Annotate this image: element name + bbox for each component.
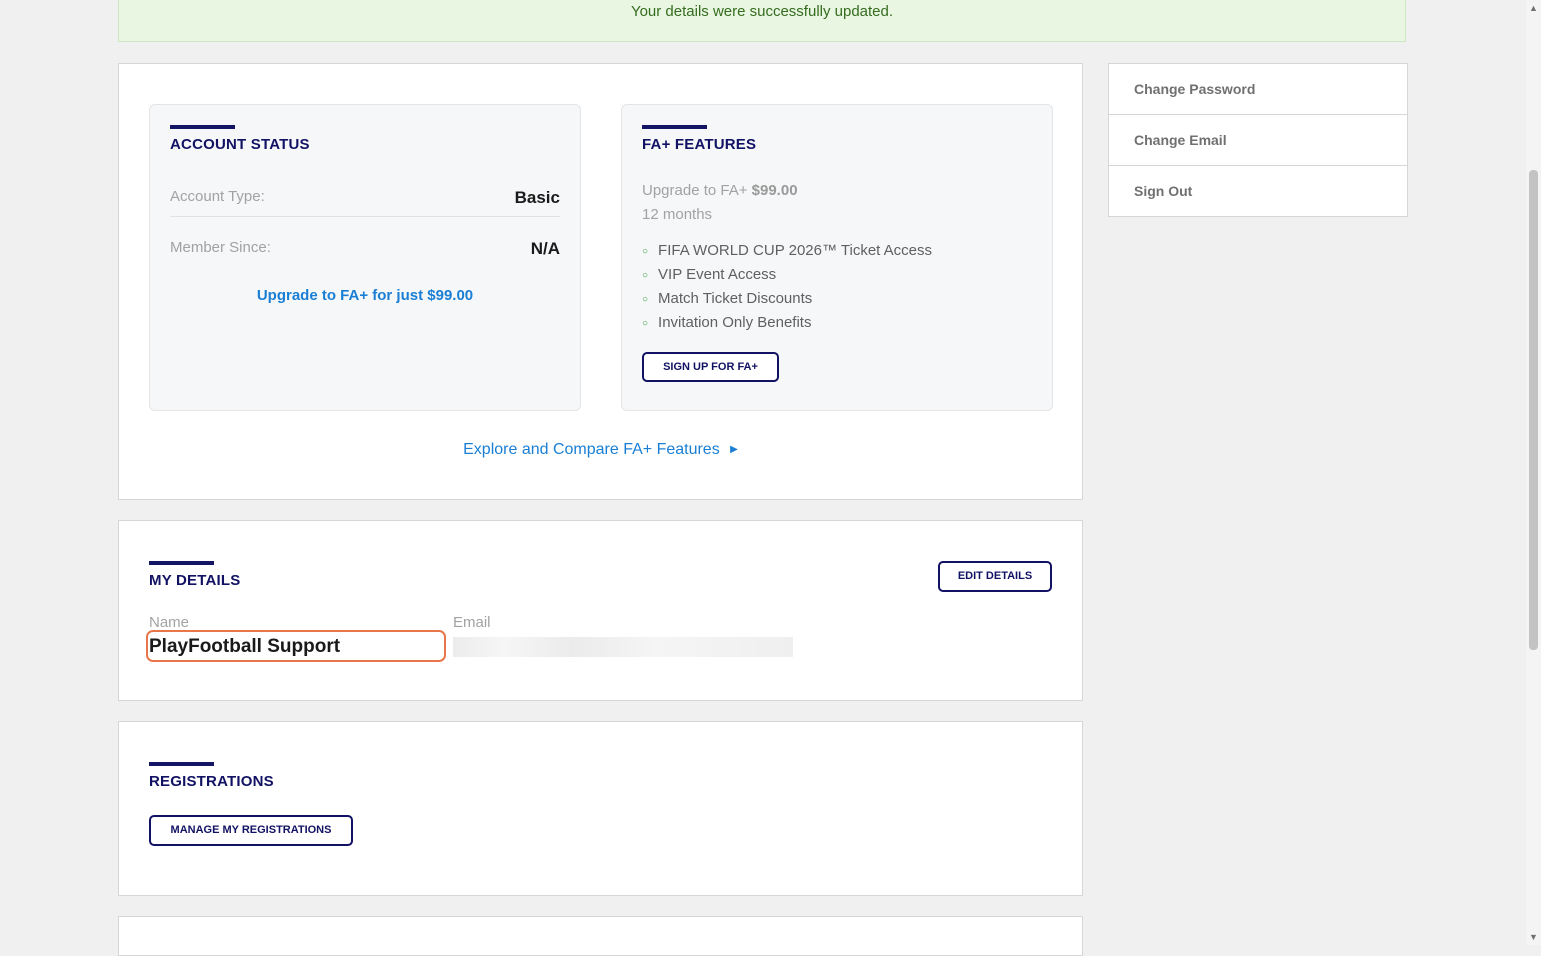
upgrade-offer-prefix: Upgrade to FA+ <box>642 182 748 199</box>
page-scrollbar[interactable]: ▲ ▼ <box>1526 0 1541 945</box>
registrations-panel: REGISTRATIONS MANAGE MY REGISTRATIONS <box>118 721 1083 896</box>
circle-bullet-icon: ○ <box>642 269 649 281</box>
heading-accent-bar <box>149 762 214 766</box>
benefit-text: Match Ticket Discounts <box>658 290 813 307</box>
sign-out-link[interactable]: Sign Out <box>1109 166 1407 217</box>
email-value-redacted <box>453 637 793 657</box>
manage-registrations-button[interactable]: MANAGE MY REGISTRATIONS <box>149 815 353 846</box>
change-password-link[interactable]: Change Password <box>1109 64 1407 115</box>
upgrade-term: 12 months <box>642 206 713 223</box>
member-since-value: N/A <box>530 239 560 258</box>
account-status-title: ACCOUNT STATUS <box>170 136 310 153</box>
account-type-value: Basic <box>514 188 560 207</box>
upgrade-offer: Upgrade to FA+ $99.00 <box>642 182 798 199</box>
benefit-item: ○ Match Ticket Discounts <box>642 290 812 307</box>
explore-features-link[interactable]: Explore and Compare FA+ Features ▶ <box>119 441 1082 459</box>
member-since-label: Member Since: <box>170 239 271 256</box>
success-notice: Your details were successfully updated. <box>118 0 1406 42</box>
heading-accent-bar <box>149 561 214 565</box>
benefit-item: ○ VIP Event Access <box>642 266 776 283</box>
success-message: Your details were successfully updated. <box>630 3 894 20</box>
change-email-link[interactable]: Change Email <box>1109 115 1407 166</box>
account-status-card: ACCOUNT STATUS Account Type: Basic Membe… <box>149 104 581 411</box>
account-type-label: Account Type: <box>170 188 265 205</box>
circle-bullet-icon: ○ <box>642 293 649 305</box>
heading-accent-bar <box>642 125 707 129</box>
my-details-panel: MY DETAILS EDIT DETAILS Name PlayFootbal… <box>118 520 1083 701</box>
fa-features-title: FA+ FEATURES <box>642 136 757 153</box>
fa-features-card: FA+ FEATURES Upgrade to FA+ $99.00 12 mo… <box>621 104 1053 411</box>
my-details-title: MY DETAILS <box>149 572 241 589</box>
membership-panel: ACCOUNT STATUS Account Type: Basic Membe… <box>118 63 1083 500</box>
email-label: Email <box>453 614 491 631</box>
name-label: Name <box>149 614 190 631</box>
name-value: PlayFootball Support <box>149 636 341 657</box>
scroll-up-arrow-icon[interactable]: ▲ <box>1526 2 1541 14</box>
upgrade-offer-price: $99.00 <box>751 182 798 199</box>
benefit-text: VIP Event Access <box>658 266 777 283</box>
scroll-down-arrow-icon[interactable]: ▼ <box>1526 931 1541 943</box>
play-arrow-icon: ▶ <box>730 444 738 456</box>
benefit-item: ○ FIFA WORLD CUP 2026™ Ticket Access <box>642 242 932 259</box>
heading-accent-bar <box>170 125 235 129</box>
registrations-title: REGISTRATIONS <box>149 773 274 790</box>
account-side-menu: Change Password Change Email Sign Out <box>1108 63 1408 217</box>
benefit-text: FIFA WORLD CUP 2026™ Ticket Access <box>658 242 933 259</box>
benefit-text: Invitation Only Benefits <box>658 314 812 331</box>
edit-details-button[interactable]: EDIT DETAILS <box>938 561 1052 592</box>
upgrade-link[interactable]: Upgrade to FA+ for just $99.00 <box>150 287 580 304</box>
explore-features-label: Explore and Compare FA+ Features <box>463 441 720 458</box>
sign-up-fa-plus-button[interactable]: SIGN UP FOR FA+ <box>642 352 779 382</box>
circle-bullet-icon: ○ <box>642 317 649 329</box>
row-divider <box>170 216 560 217</box>
circle-bullet-icon: ○ <box>642 245 649 257</box>
scrollbar-thumb[interactable] <box>1529 170 1538 650</box>
next-panel <box>118 916 1083 956</box>
benefit-item: ○ Invitation Only Benefits <box>642 314 811 331</box>
